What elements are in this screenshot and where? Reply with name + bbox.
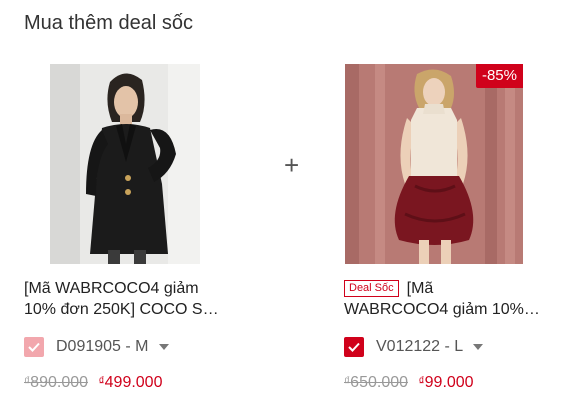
price-row-1: ₫890.000 ₫499.000 (24, 374, 224, 392)
product-card-2[interactable]: -85% Deal Sốc[Mã WABRCOCO4 giảm 10% đơn … (344, 64, 544, 392)
select-checkbox-1[interactable] (24, 337, 44, 357)
deal-tag: Deal Sốc (344, 280, 399, 297)
product-image-2[interactable]: -85% (345, 64, 523, 264)
original-price: ₫890.000 (24, 374, 89, 391)
sale-price: ₫499.000 (98, 374, 163, 391)
check-icon (28, 342, 40, 352)
skirt-outfit-photo (345, 64, 523, 264)
variant-selector-2[interactable]: V012122 - L (376, 338, 484, 356)
product-image-1[interactable] (50, 64, 200, 264)
plus-icon: + (284, 150, 300, 180)
original-price: ₫650.000 (344, 374, 409, 391)
variant-selector-1[interactable]: D091905 - M (56, 338, 169, 356)
variant-label: D091905 - M (56, 338, 149, 355)
caret-down-icon (158, 343, 169, 350)
variant-label: V012122 - L (376, 338, 463, 355)
discount-badge: -85% (475, 64, 523, 88)
price-row-2: ₫650.000 ₫99.000 (344, 374, 544, 392)
check-icon (348, 342, 360, 352)
product-name-1[interactable]: [Mã WABRCOCO4 giảm 10% đơn 250K] COCO SI… (24, 278, 222, 320)
select-checkbox-2[interactable] (344, 337, 364, 357)
sale-price: ₫99.000 (418, 374, 474, 391)
product-card-1[interactable]: [Mã WABRCOCO4 giảm 10% đơn 250K] COCO SI… (24, 64, 224, 392)
caret-down-icon (473, 343, 484, 350)
product-name-2[interactable]: Deal Sốc[Mã WABRCOCO4 giảm 10% đơn 250K] (344, 278, 542, 320)
blazer-dress-photo (50, 64, 200, 264)
section-title: Mua thêm deal sốc (24, 12, 193, 34)
